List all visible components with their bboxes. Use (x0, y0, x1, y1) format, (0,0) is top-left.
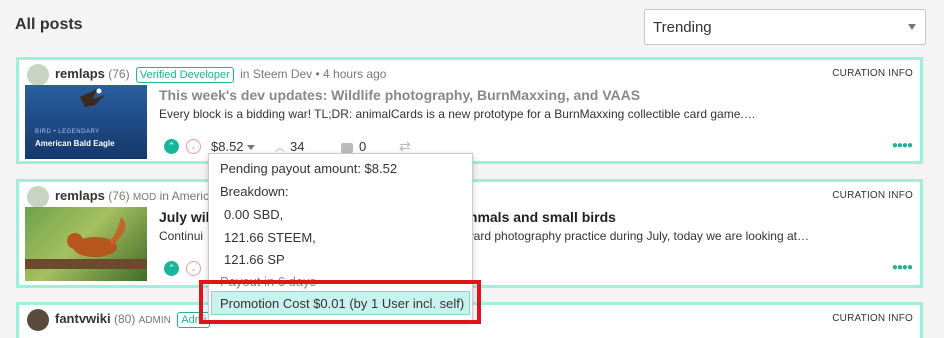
thumb-caption-small: BIRD • LEGENDARY (35, 129, 100, 135)
chevron-down-icon (908, 24, 916, 30)
post-title-right[interactable]: mmals and small birds (465, 209, 616, 225)
more-options-icon[interactable]: ●●●● (892, 262, 913, 273)
more-options-icon[interactable]: ●●●● (892, 140, 913, 151)
downvote-button[interactable]: ⌄ (186, 261, 201, 276)
highlight-box (199, 280, 481, 324)
curation-info-link[interactable]: CURATION INFO (832, 190, 913, 201)
comment-count: 0 (359, 139, 367, 154)
breakdown-steem: 121.66 STEEM, (224, 230, 316, 245)
role-label: MOD (132, 192, 157, 203)
verified-developer-badge: Verified Developer (135, 67, 234, 83)
author-line: remlaps (76) MOD in America (55, 188, 216, 203)
author-name[interactable]: remlaps (55, 66, 105, 81)
post-thumbnail[interactable] (25, 207, 147, 281)
sort-select[interactable]: Trending (644, 9, 926, 45)
comments-link[interactable]: 0 (341, 139, 366, 154)
community-and-time[interactable]: in Steem Dev • 4 hours ago (240, 67, 386, 81)
chevron-down-icon (246, 145, 255, 151)
avatar[interactable] (27, 186, 49, 208)
author-reputation: (80) (113, 312, 136, 326)
sort-selected-value: Trending (653, 19, 712, 36)
squirrel-image-icon (25, 217, 147, 269)
breakdown-label: Breakdown: (220, 184, 289, 199)
curation-info-link[interactable]: CURATION INFO (832, 313, 913, 324)
page-title: All posts (15, 16, 83, 33)
author-line: fantvwiki (80) ADMIN Admi (55, 311, 213, 328)
avatar[interactable] (27, 64, 49, 86)
comment-icon (341, 142, 353, 153)
upvote-button[interactable]: ⌃ (164, 139, 179, 154)
pending-payout: Pending payout amount: $8.52 (220, 161, 398, 176)
thumb-caption: American Bald Eagle (35, 139, 115, 148)
post-title[interactable]: This week's dev updates: Wildlife photog… (159, 87, 640, 103)
post-summary-left[interactable]: Continui (159, 229, 203, 243)
post-summary[interactable]: Every block is a bidding war! TL;DR: ani… (159, 107, 756, 121)
payout-dropdown[interactable]: $8.52 (211, 139, 255, 154)
avatar[interactable] (27, 309, 49, 331)
curation-info-link[interactable]: CURATION INFO (832, 68, 913, 79)
author-name[interactable]: fantvwiki (55, 311, 111, 326)
vote-count: 34 (290, 139, 305, 154)
role-label: ADMIN (138, 315, 171, 326)
author-name[interactable]: remlaps (55, 188, 105, 203)
post-thumbnail[interactable]: BIRD • LEGENDARY American Bald Eagle (25, 85, 147, 159)
post-title-left[interactable]: July wil (159, 209, 210, 225)
breakdown-sbd: 0.00 SBD, (224, 207, 284, 222)
breakdown-sp: 121.66 SP (224, 252, 285, 267)
payout-amount: $8.52 (211, 139, 244, 154)
upvote-button[interactable]: ⌃ (164, 261, 179, 276)
author-line: remlaps (76) Verified Developer in Steem… (55, 66, 386, 83)
post-summary-right[interactable]: ward photography practice during July, t… (465, 229, 809, 243)
voters-button[interactable]: ︿ 34 (275, 139, 304, 154)
author-reputation: (76) (108, 67, 130, 81)
downvote-button[interactable]: ⌄ (186, 139, 201, 154)
post-card: remlaps (76) Verified Developer in Steem… (16, 57, 923, 164)
author-reputation: (76) (108, 189, 130, 203)
